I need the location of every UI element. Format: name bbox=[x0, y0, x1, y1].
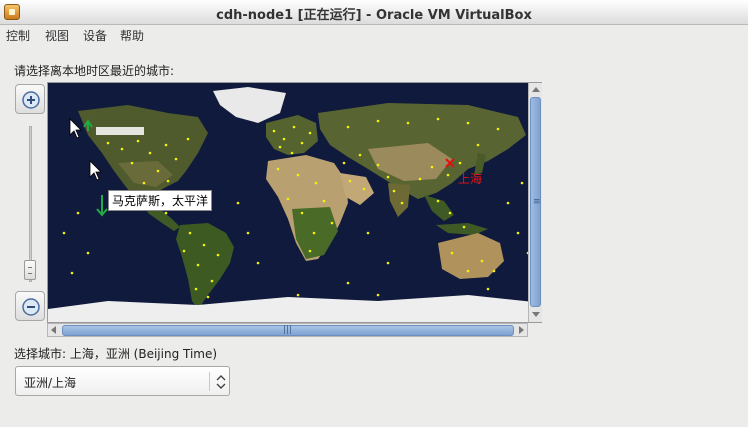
map-horizontal-scrollbar[interactable]: ||| bbox=[47, 323, 528, 337]
menu-devices[interactable]: 设备 bbox=[83, 27, 107, 44]
scroll-up-icon[interactable] bbox=[532, 87, 540, 92]
timezone-combobox-value: 亚洲/上海 bbox=[24, 376, 77, 390]
zoom-in-icon bbox=[22, 91, 40, 109]
zoom-out-button[interactable] bbox=[15, 291, 45, 321]
menu-control[interactable]: 控制 bbox=[6, 27, 30, 44]
menu-view[interactable]: 视图 bbox=[45, 27, 69, 44]
timezone-prompt: 请选择离本地时区最近的城市: bbox=[14, 64, 175, 78]
scroll-left-icon[interactable] bbox=[51, 326, 56, 334]
timezone-combobox[interactable]: 亚洲/上海 bbox=[15, 366, 230, 396]
selected-city-label: 上海 bbox=[458, 172, 483, 186]
chevron-updown-icon bbox=[216, 375, 226, 389]
title-bar: cdh-node1 [正在运行] - Oracle VM VirtualBox bbox=[0, 0, 748, 25]
menu-help[interactable]: 帮助 bbox=[120, 27, 144, 44]
zoom-out-icon bbox=[22, 298, 40, 316]
scroll-right-icon[interactable] bbox=[519, 326, 524, 334]
zoom-slider-track[interactable] bbox=[29, 126, 32, 282]
zoom-in-button[interactable] bbox=[15, 84, 45, 114]
scroll-down-icon[interactable] bbox=[532, 312, 540, 317]
window-title: cdh-node1 [正在运行] - Oracle VM VirtualBox bbox=[216, 8, 532, 23]
map-vertical-scrollbar[interactable]: ≡ bbox=[528, 83, 542, 322]
menu-bar: 控制 视图 设备 帮助 bbox=[0, 25, 748, 45]
hover-city-tooltip: 马克萨斯，太平洋 bbox=[108, 190, 213, 211]
horizontal-scroll-thumb[interactable]: ||| bbox=[62, 325, 514, 336]
zoom-slider-thumb[interactable] bbox=[24, 260, 36, 280]
vertical-scroll-thumb[interactable]: ≡ bbox=[530, 97, 541, 307]
combobox-separator bbox=[209, 372, 210, 391]
selected-city-text: 选择城市: 上海，亚洲 (Beijing Time) bbox=[14, 347, 218, 361]
